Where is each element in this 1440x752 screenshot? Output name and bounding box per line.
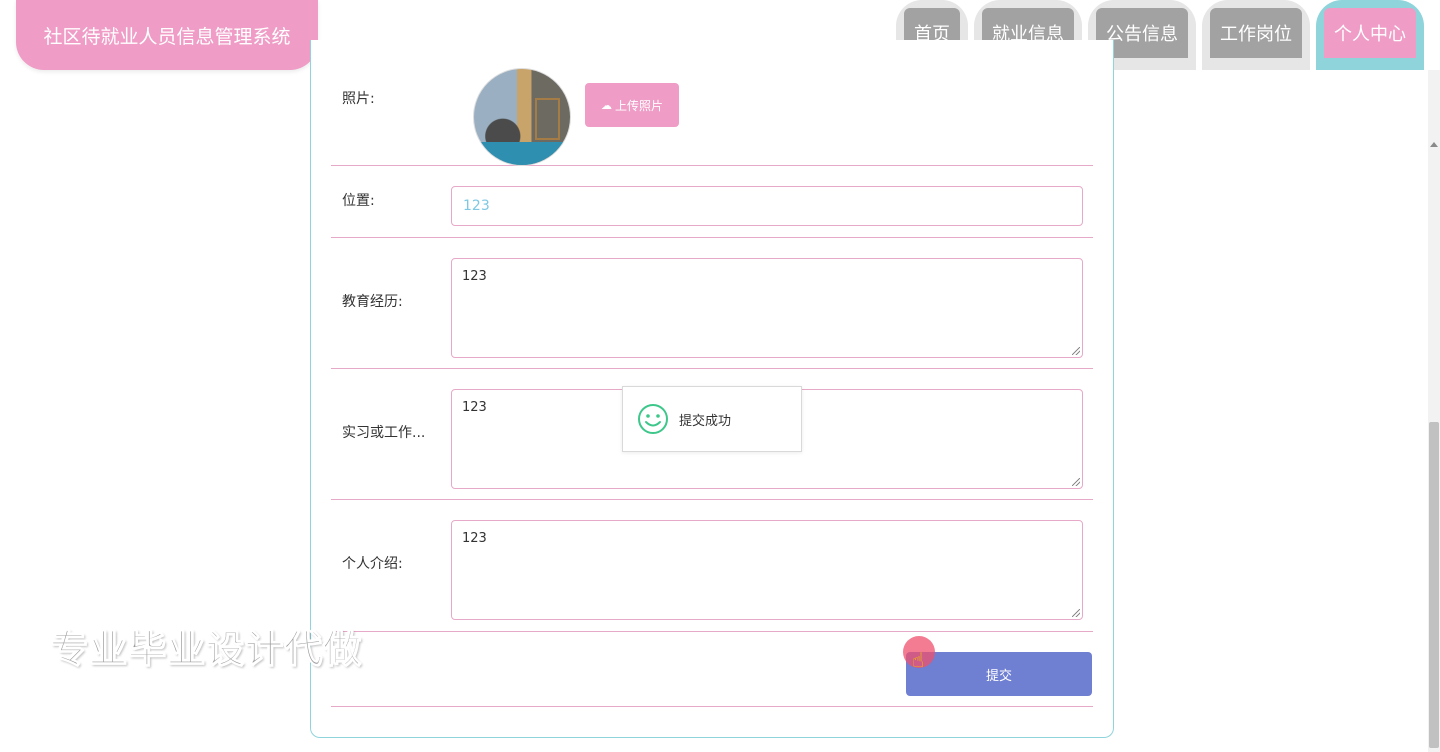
form-row-location: 位置: 123	[331, 166, 1093, 238]
cloud-upload-icon: ☁	[600, 98, 612, 112]
intro-value: 123	[462, 531, 487, 546]
education-value: 123	[462, 269, 487, 284]
intro-label: 个人介绍:	[342, 556, 403, 572]
intro-textarea[interactable]: 123	[451, 520, 1083, 620]
nav-tab-personal-center[interactable]: 个人中心	[1316, 0, 1424, 70]
app-title: 社区待就业人员信息管理系统	[16, 0, 318, 70]
hand-cursor-icon: ☝	[912, 648, 925, 672]
location-label: 位置:	[342, 193, 375, 209]
submit-button[interactable]: 提交	[906, 652, 1092, 696]
education-textarea[interactable]: 123	[451, 258, 1083, 358]
form-row-education: 教育经历: 123	[331, 238, 1093, 369]
location-input[interactable]: 123	[451, 186, 1083, 226]
form-row-intro: 个人介绍: 123	[331, 500, 1093, 632]
form-row-submit: 提交	[331, 632, 1093, 707]
form-row-photo: 照片: ☁ 上传照片	[331, 40, 1093, 166]
internship-value: 123	[462, 400, 487, 415]
upload-photo-button[interactable]: ☁ 上传照片	[585, 83, 679, 127]
nav-tab-job-positions-label[interactable]: 工作岗位	[1210, 8, 1302, 58]
photo-label: 照片:	[342, 91, 375, 107]
upload-photo-label: 上传照片	[614, 98, 663, 113]
internship-label: 实习或工作...	[342, 425, 426, 441]
avatar-photo	[473, 68, 571, 166]
resize-grip-icon[interactable]	[1072, 478, 1080, 486]
watermark-text: 专业毕业设计代做	[49, 627, 363, 672]
smile-icon	[638, 404, 668, 434]
success-toast: 提交成功	[622, 386, 802, 452]
education-label: 教育经历:	[342, 294, 403, 310]
toast-message: 提交成功	[679, 413, 732, 429]
page-scrollbar[interactable]	[1428, 70, 1440, 752]
resize-grip-icon[interactable]	[1072, 609, 1080, 617]
scroll-up-arrow-icon[interactable]	[1430, 142, 1438, 147]
scrollbar-thumb[interactable]	[1429, 422, 1439, 748]
nav-tab-personal-center-label[interactable]: 个人中心	[1324, 8, 1416, 58]
nav-tab-job-positions[interactable]: 工作岗位	[1202, 0, 1310, 70]
resize-grip-icon[interactable]	[1072, 347, 1080, 355]
